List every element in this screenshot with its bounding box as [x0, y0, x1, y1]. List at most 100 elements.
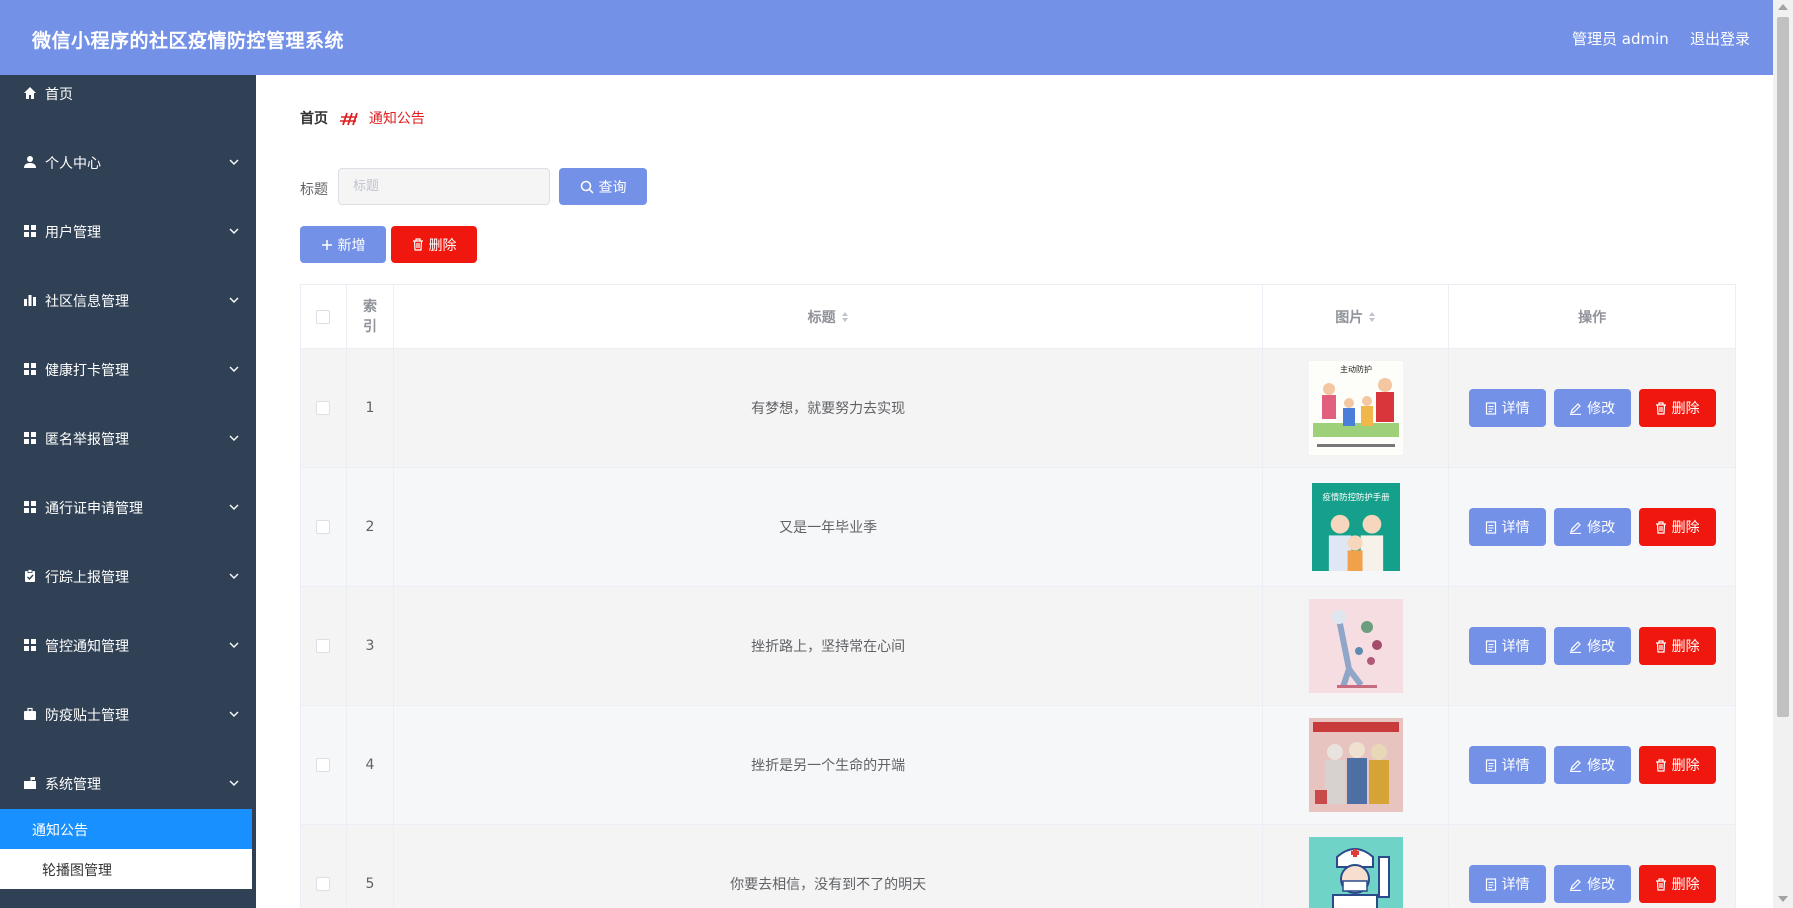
document-icon — [1485, 401, 1496, 415]
table-row: 5 你要去相信，没有到不了的明天 详情 修改 删除 — [301, 825, 1736, 908]
grid-icon — [24, 501, 36, 513]
sidebar-item-personal-center[interactable]: 个人中心 — [0, 144, 256, 213]
table-row: 1 有梦想，就要努力去实现 主动防护 详情 修改 删除 — [301, 349, 1736, 468]
sidebar-item-community-info[interactable]: 社区信息管理 — [0, 282, 256, 351]
trash-icon — [1655, 401, 1666, 415]
add-button[interactable]: 新增 — [300, 226, 386, 263]
notice-thumbnail[interactable] — [1308, 718, 1403, 812]
edit-button[interactable]: 修改 — [1553, 389, 1631, 427]
sidebar-item-health-checkin[interactable]: 健康打卡管理 — [0, 351, 256, 420]
submenu-item-label: 通知公告 — [32, 823, 88, 839]
trash-icon — [1655, 877, 1666, 891]
breadcrumb-current: 通知公告 — [368, 111, 425, 127]
detail-button-label: 详情 — [1501, 639, 1530, 655]
table-row: 4 挫折是另一个生命的开端 详情 修改 删除 — [301, 706, 1736, 825]
sidebar-item-anonymous-report[interactable]: 匿名举报管理 — [0, 420, 256, 489]
delete-button-label: 删除 — [1671, 758, 1700, 774]
sidebar: 首页 个人中心 用户管理 社区信息管理 健康打卡管理 匿名举报管理 通行证申请管… — [0, 75, 256, 908]
sort-icon[interactable] — [841, 311, 849, 323]
row-title-cell: 挫折是另一个生命的开端 — [394, 706, 1264, 824]
page-scrollbar[interactable] — [1773, 0, 1793, 908]
delete-button[interactable]: 删除 — [1638, 508, 1716, 546]
edit-icon — [1570, 878, 1582, 891]
sidebar-item-label: 匿名举报管理 — [45, 432, 129, 448]
breadcrumb-separator-icon — [340, 112, 359, 126]
scrollbar-thumb[interactable] — [1777, 17, 1789, 717]
edit-button[interactable]: 修改 — [1553, 746, 1631, 784]
main-content: 首页 通知公告 标题 查询 新增 删除 索引 标题 图片 — [258, 75, 1773, 908]
scrollbar-up-arrow[interactable] — [1778, 4, 1788, 10]
sidebar-item-control-notice[interactable]: 管控通知管理 — [0, 627, 256, 696]
detail-button[interactable]: 详情 — [1468, 389, 1546, 427]
breadcrumb-home[interactable]: 首页 — [300, 111, 328, 127]
detail-button-label: 详情 — [1501, 520, 1530, 536]
grid-icon — [24, 639, 36, 651]
chevron-down-icon — [229, 159, 239, 165]
header-ops-label: 操作 — [1578, 309, 1607, 326]
sidebar-item-label: 社区信息管理 — [45, 294, 129, 310]
home-icon — [24, 87, 36, 99]
logout-link[interactable]: 退出登录 — [1690, 28, 1750, 49]
row-checkbox[interactable] — [316, 401, 331, 415]
detail-button[interactable]: 详情 — [1468, 746, 1546, 784]
row-checkbox[interactable] — [316, 758, 331, 772]
chevron-down-icon — [229, 780, 239, 786]
delete-button-label: 删除 — [1671, 639, 1700, 655]
detail-button[interactable]: 详情 — [1468, 627, 1546, 665]
delete-button-label: 删除 — [1671, 401, 1700, 417]
notice-thumbnail[interactable]: 疫情防控防护手册 — [1311, 482, 1400, 572]
delete-button[interactable]: 删除 — [1638, 627, 1716, 665]
row-image-cell — [1263, 587, 1450, 705]
table-row: 2 又是一年毕业季 疫情防控防护手册 详情 修改 删除 — [301, 468, 1736, 587]
sidebar-item-user-management[interactable]: 用户管理 — [0, 213, 256, 282]
select-all-checkbox[interactable] — [316, 309, 331, 324]
table-row: 3 挫折路上，坚持常在心间 详情 修改 删除 — [301, 587, 1736, 706]
notice-thumbnail[interactable] — [1308, 599, 1403, 693]
row-title-cell: 有梦想，就要努力去实现 — [394, 349, 1264, 467]
sidebar-item-label: 首页 — [45, 87, 73, 103]
scrollbar-down-arrow[interactable] — [1778, 896, 1788, 902]
delete-button[interactable]: 删除 — [1638, 865, 1716, 903]
trash-icon — [1655, 520, 1666, 534]
header-image-cell[interactable]: 图片 — [1263, 285, 1450, 348]
submenu-item-carousel[interactable]: 轮播图管理 — [0, 849, 252, 889]
row-ops-cell: 详情 修改 删除 — [1449, 706, 1736, 824]
row-checkbox[interactable] — [316, 520, 331, 534]
row-image-cell: 疫情防控防护手册 — [1263, 468, 1450, 586]
chevron-down-icon — [229, 435, 239, 441]
thumbnail-caption: 主动防护 — [1340, 364, 1372, 374]
search-title-input[interactable] — [338, 168, 550, 205]
chevron-down-icon — [229, 711, 239, 717]
trash-icon — [412, 238, 423, 251]
row-title-cell: 你要去相信，没有到不了的明天 — [394, 825, 1264, 908]
row-title-cell: 又是一年毕业季 — [394, 468, 1264, 586]
batch-delete-button[interactable]: 删除 — [391, 226, 477, 263]
search-button[interactable]: 查询 — [559, 168, 647, 205]
detail-button[interactable]: 详情 — [1468, 508, 1546, 546]
edit-button[interactable]: 修改 — [1553, 627, 1631, 665]
notice-thumbnail[interactable]: 主动防护 — [1308, 361, 1403, 455]
sidebar-item-pass-application[interactable]: 通行证申请管理 — [0, 489, 256, 558]
notice-thumbnail[interactable] — [1308, 837, 1403, 908]
row-title-cell: 挫折路上，坚持常在心间 — [394, 587, 1264, 705]
edit-button[interactable]: 修改 — [1553, 508, 1631, 546]
sidebar-item-home[interactable]: 首页 — [0, 75, 256, 144]
submenu-item-notice[interactable]: 通知公告 — [0, 809, 252, 849]
row-checkbox[interactable] — [316, 639, 331, 653]
sidebar-item-trip-report[interactable]: 行踪上报管理 — [0, 558, 256, 627]
table-header-row: 索引 标题 图片 操作 — [301, 285, 1736, 349]
detail-button[interactable]: 详情 — [1468, 865, 1546, 903]
delete-button[interactable]: 删除 — [1638, 746, 1716, 784]
detail-button-label: 详情 — [1501, 401, 1530, 417]
chevron-down-icon — [229, 642, 239, 648]
edit-button-label: 修改 — [1587, 401, 1616, 417]
user-icon — [24, 156, 36, 168]
delete-button[interactable]: 删除 — [1638, 389, 1716, 427]
edit-icon — [1570, 759, 1582, 772]
sidebar-item-prevention-tips[interactable]: 防疫贴士管理 — [0, 696, 256, 765]
sort-icon[interactable] — [1368, 311, 1376, 323]
row-checkbox[interactable] — [316, 877, 331, 891]
edit-button[interactable]: 修改 — [1553, 865, 1631, 903]
chevron-down-icon — [229, 366, 239, 372]
header-title-cell[interactable]: 标题 — [394, 285, 1264, 348]
